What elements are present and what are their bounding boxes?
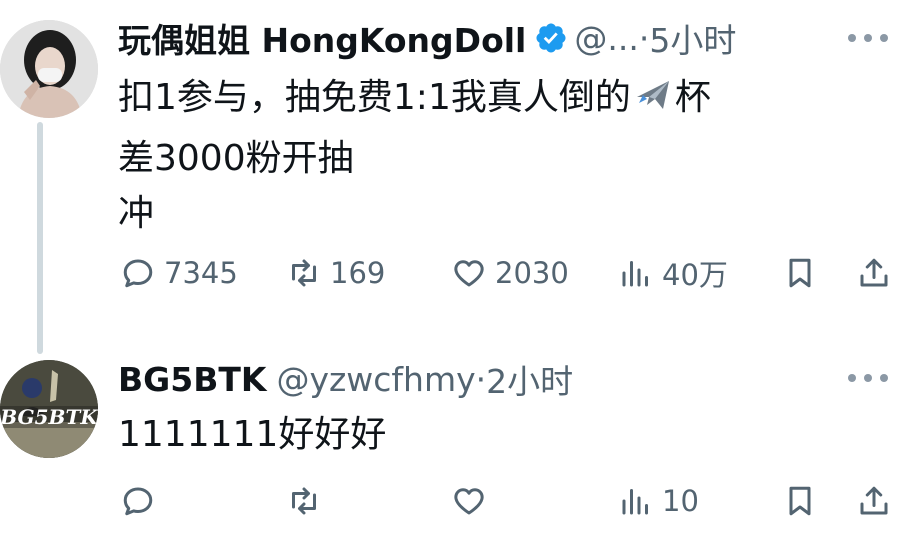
views-count: 40万	[662, 258, 728, 292]
tweet-text: 扣1参与，抽免费1:1我真人倒的杯 差3000粉开抽 冲	[118, 70, 711, 241]
bookmark-icon	[789, 486, 811, 516]
like-button[interactable]: 2030	[451, 248, 569, 298]
author-name[interactable]: BG5BTK	[118, 360, 266, 399]
avatar-text: BG5BTK	[0, 405, 98, 429]
reply-icon	[123, 259, 153, 288]
tweet-1[interactable]: 玩偶姐姐 HongKongDoll @... · 5小时 扣1参与，抽免费1:1…	[0, 0, 910, 354]
airplane-emoji	[633, 75, 673, 131]
separator: ·	[638, 18, 650, 58]
bookmark-button[interactable]	[782, 248, 818, 298]
bookmark-icon	[789, 258, 811, 288]
like-button[interactable]	[451, 476, 495, 526]
avatar[interactable]: BG5BTK	[0, 360, 98, 458]
tweet-text: 1111111好好好	[118, 414, 387, 455]
author-handle[interactable]: @yzwcfhmy	[276, 360, 475, 399]
repost-icon	[292, 487, 316, 515]
reply-icon	[123, 487, 153, 516]
action-bar: 7345 169 2030 40万	[118, 248, 900, 298]
action-bar: 10	[118, 476, 900, 526]
author-handle[interactable]: @...	[574, 19, 638, 58]
more-icon[interactable]	[848, 28, 888, 48]
share-button[interactable]	[856, 476, 892, 526]
views-button[interactable]: 40万	[618, 248, 728, 298]
tweet-header: BG5BTK @yzwcfhmy · 2小时	[118, 355, 573, 403]
tweet-2[interactable]: BG5BTK BG5BTK @yzwcfhmy · 2小时 1111111好好好…	[0, 350, 910, 538]
repost-icon	[292, 259, 316, 287]
more-icon[interactable]	[848, 368, 888, 388]
views-icon	[622, 261, 648, 287]
avatar-logo: BG5BTK	[0, 360, 98, 458]
avatar-photo	[0, 20, 98, 118]
timestamp[interactable]: 5小时	[649, 14, 736, 62]
share-icon	[860, 258, 888, 287]
reply-button[interactable]	[120, 476, 164, 526]
tweet-line-3: 冲	[118, 193, 155, 234]
repost-button[interactable]	[286, 476, 330, 526]
tweet-line-1: 扣1参与，抽免费1:1我真人倒的杯	[118, 70, 711, 131]
separator: ·	[475, 359, 487, 399]
tweet-header: 玩偶姐姐 HongKongDoll @... · 5小时	[118, 14, 736, 62]
share-icon	[860, 486, 888, 515]
avatar[interactable]	[0, 20, 98, 118]
reply-button[interactable]: 7345	[120, 248, 238, 298]
bookmark-button[interactable]	[782, 476, 818, 526]
verified-icon	[534, 21, 568, 55]
like-icon	[454, 488, 484, 515]
tweet-line-2: 差3000粉开抽	[118, 138, 354, 179]
like-count: 2030	[495, 256, 569, 290]
author-name[interactable]: 玩偶姐姐 HongKongDoll	[118, 14, 526, 62]
repost-count: 169	[330, 256, 386, 290]
reply-count: 7345	[164, 256, 238, 290]
like-icon	[454, 260, 484, 287]
thread-line	[37, 122, 43, 354]
views-button[interactable]: 10	[618, 476, 699, 526]
share-button[interactable]	[856, 248, 892, 298]
timestamp[interactable]: 2小时	[486, 355, 573, 403]
repost-button[interactable]: 169	[286, 248, 385, 298]
views-icon	[622, 489, 648, 515]
views-count: 10	[662, 484, 699, 518]
